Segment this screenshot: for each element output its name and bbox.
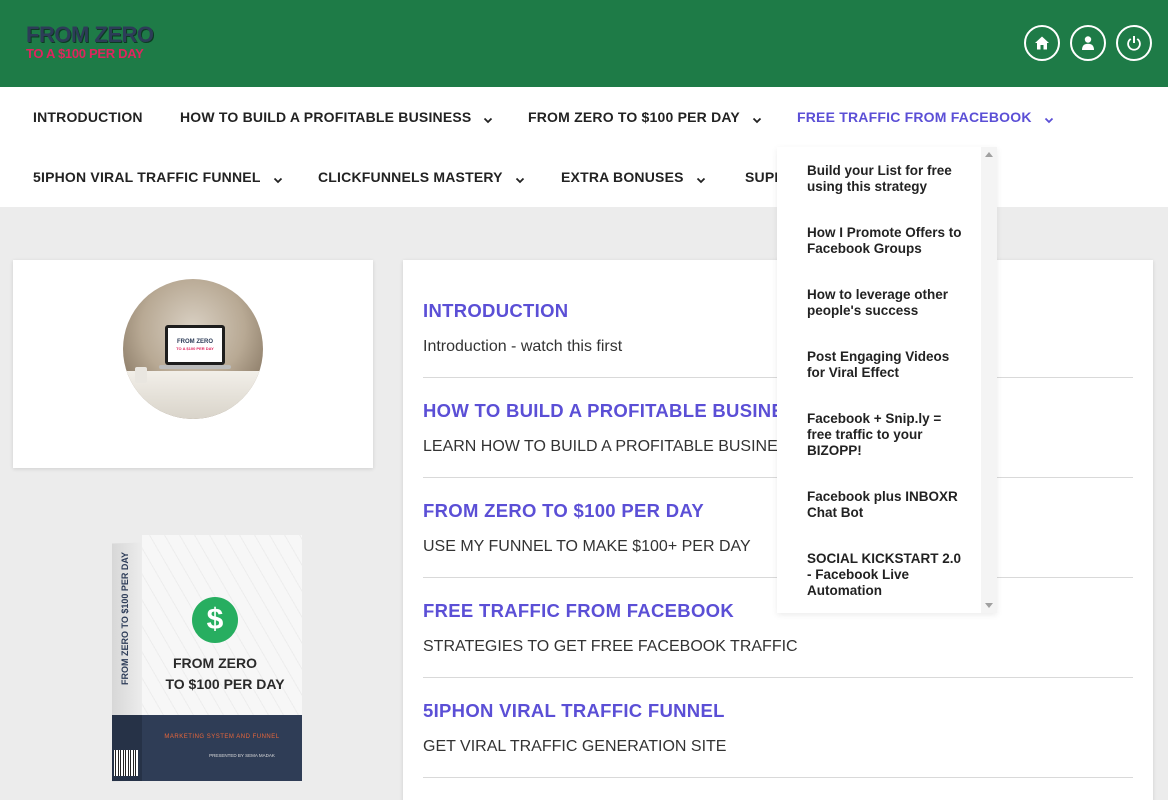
lesson-description: USE MY FUNNEL TO MAKE $100+ PER DAY (423, 538, 751, 555)
nav-label: EXTRA BONUSES (561, 169, 684, 185)
dropdown-scrollbar[interactable] (981, 147, 997, 613)
dropdown-item[interactable]: Build your List for free using this stra… (807, 163, 967, 195)
logout-button[interactable] (1116, 25, 1152, 61)
course-image: FROM ZERO TO A $100 PER DAY (123, 279, 263, 419)
nav-label: HOW TO BUILD A PROFITABLE BUSINESS (180, 109, 472, 125)
logo-title: FROM ZERO (26, 22, 154, 47)
dropdown-item[interactable]: How to leverage other people's success (807, 287, 967, 319)
box-title-line2: TO $100 PER DAY (165, 676, 285, 692)
dollar-icon: $ (192, 597, 238, 643)
dropdown-item[interactable]: Facebook + Snip.ly = free traffic to you… (807, 411, 967, 459)
chevron-down-icon (752, 112, 762, 124)
chevron-down-icon (696, 172, 706, 184)
nav-label: FREE TRAFFIC FROM FACEBOOK (797, 109, 1032, 125)
lesson-description: GET VIRAL TRAFFIC GENERATION SITE (423, 738, 727, 755)
laptop-illustration: FROM ZERO TO A $100 PER DAY (165, 325, 225, 365)
profile-button[interactable] (1070, 25, 1106, 61)
dropdown-item[interactable]: SOCIAL KICKSTART 2.0 - Facebook Live Aut… (807, 551, 967, 599)
user-icon (1082, 36, 1094, 50)
home-button[interactable] (1024, 25, 1060, 61)
nav-clickfunnels-mastery[interactable]: CLICKFUNNELS MASTERY (318, 169, 525, 185)
lesson-title[interactable]: FREE TRAFFIC FROM FACEBOOK (423, 600, 734, 622)
barcode (114, 750, 138, 776)
nav-5iphon-funnel[interactable]: 5IPHON VIRAL TRAFFIC FUNNEL (33, 169, 283, 185)
lesson-title[interactable]: 5IPHON VIRAL TRAFFIC FUNNEL (423, 700, 725, 722)
top-header: FROM ZERO TO A $100 PER DAY (0, 0, 1168, 87)
dropdown-item[interactable]: Facebook plus INBOXR Chat Bot (807, 489, 967, 521)
logo-subtitle: TO A $100 PER DAY (26, 46, 144, 61)
home-icon (1035, 36, 1049, 50)
nav-introduction[interactable]: INTRODUCTION (33, 109, 143, 125)
box-presented-by: PRESENTED BY SEMA MADAK (209, 753, 275, 758)
scroll-up-icon[interactable] (985, 152, 993, 157)
laptop-screen-title: FROM ZERO (177, 339, 213, 345)
nav-label: FROM ZERO TO $100 PER DAY (528, 109, 740, 125)
chevron-down-icon (273, 172, 283, 184)
profile-card: FROM ZERO TO A $100 PER DAY (13, 260, 373, 468)
lesson-item[interactable]: 5IPHON VIRAL TRAFFIC FUNNEL GET VIRAL TR… (423, 678, 1133, 778)
box-title-line1: FROM ZERO (173, 655, 257, 671)
box-side-text: FROM ZERO TO $100 PER DAY (120, 551, 130, 685)
lesson-description: STRATEGIES TO GET FREE FACEBOOK TRAFFIC (423, 638, 798, 655)
nav-free-traffic-facebook[interactable]: FREE TRAFFIC FROM FACEBOOK (797, 109, 1054, 125)
nav-build-business[interactable]: HOW TO BUILD A PROFITABLE BUSINESS (180, 109, 493, 125)
site-logo[interactable]: FROM ZERO TO A $100 PER DAY (26, 22, 154, 62)
facebook-traffic-dropdown: Build your List for free using this stra… (777, 147, 997, 613)
box-subtitle: MARKETING SYSTEM AND FUNNEL (164, 734, 280, 740)
lesson-title[interactable]: HOW TO BUILD A PROFITABLE BUSINESS (423, 400, 809, 422)
dropdown-item[interactable]: How I Promote Offers to Facebook Groups (807, 225, 967, 257)
nav-zero-to-100[interactable]: FROM ZERO TO $100 PER DAY (528, 109, 762, 125)
nav-extra-bonuses[interactable]: EXTRA BONUSES (561, 169, 706, 185)
nav-label: INTRODUCTION (33, 109, 143, 125)
lesson-description: Introduction - watch this first (423, 338, 623, 355)
scroll-down-icon[interactable] (985, 603, 993, 608)
power-icon (1127, 36, 1141, 51)
nav-label: CLICKFUNNELS MASTERY (318, 169, 503, 185)
chevron-down-icon (483, 112, 493, 124)
laptop-screen-subtitle: TO A $100 PER DAY (176, 346, 214, 351)
chevron-down-icon (1044, 112, 1054, 124)
chevron-down-icon (515, 172, 525, 184)
lesson-description: LEARN HOW TO BUILD A PROFITABLE BUSINESS (423, 438, 800, 455)
lesson-title[interactable]: INTRODUCTION (423, 300, 568, 322)
lesson-title[interactable]: FROM ZERO TO $100 PER DAY (423, 500, 704, 522)
dropdown-item[interactable]: Post Engaging Videos for Viral Effect (807, 349, 967, 381)
nav-label: 5IPHON VIRAL TRAFFIC FUNNEL (33, 169, 261, 185)
product-box-image: FROM ZERO TO $100 PER DAY $ FROM ZERO TO… (112, 535, 302, 785)
